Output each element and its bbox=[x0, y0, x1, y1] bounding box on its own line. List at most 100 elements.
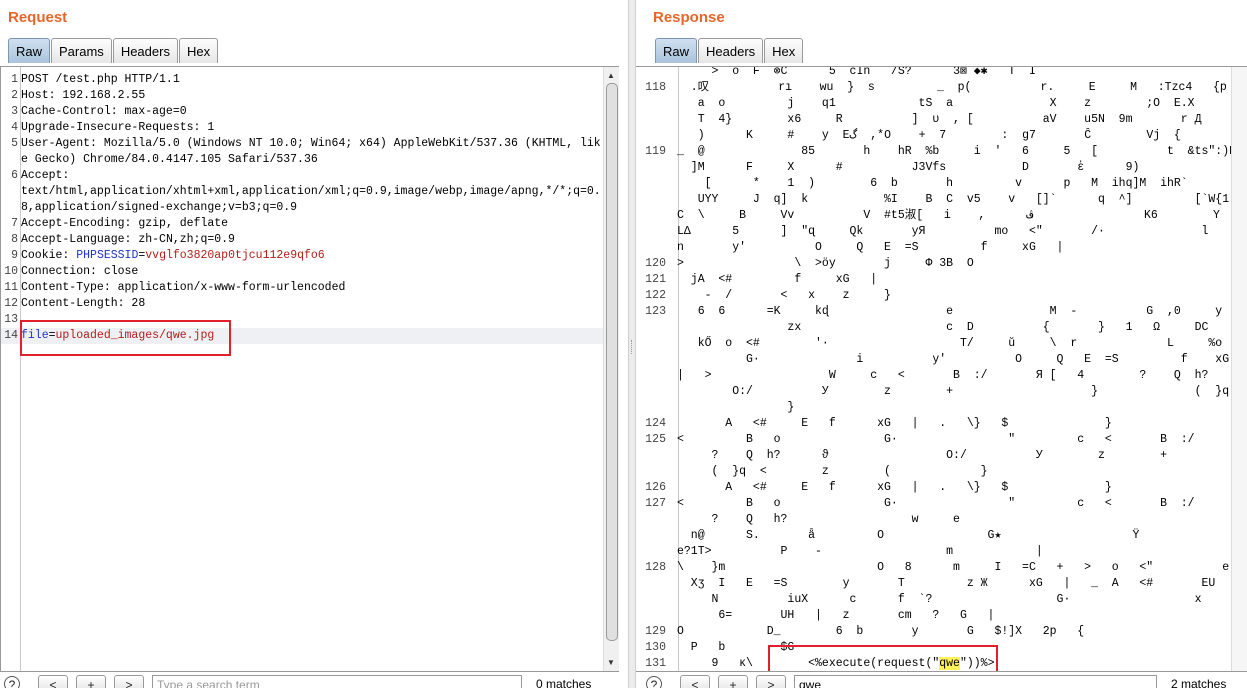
request-line[interactable]: 4 Upgrade-Insecure-Requests: 1 bbox=[1, 120, 603, 136]
line-text: > \ >öy j Φ 3B O bbox=[676, 256, 1231, 272]
pane-divider[interactable] bbox=[628, 0, 636, 688]
line-number bbox=[636, 352, 676, 368]
request-line[interactable]: 2 Host: 192.168.2.55 bbox=[1, 88, 603, 104]
response-line[interactable]: 129 O D_ 6 b y G $!]X 2p { bbox=[636, 624, 1231, 640]
prev-match-button[interactable]: < bbox=[680, 675, 710, 688]
request-line[interactable]: 5 User-Agent: Mozilla/5.0 (Windows NT 10.… bbox=[1, 136, 603, 168]
request-line[interactable]: 12 Content-Length: 28 bbox=[1, 296, 603, 312]
add-button[interactable]: + bbox=[718, 675, 748, 688]
response-line[interactable]: 121 jA <# f xG | bbox=[636, 272, 1231, 288]
line-number bbox=[636, 128, 676, 144]
request-line[interactable]: 7 Accept-Encoding: gzip, deflate bbox=[1, 216, 603, 232]
response-line[interactable]: 123 6 6 =K kɖ e M - G ,0 y g d_z bbox=[636, 304, 1231, 320]
line-text: zx c D { } 1 Ω DC ė 8 > bbox=[676, 320, 1231, 336]
response-line[interactable]: 122 - / < x z } bbox=[636, 288, 1231, 304]
response-line[interactable]: zx c D { } 1 Ω DC ė 8 > bbox=[636, 320, 1231, 336]
response-line[interactable]: } bbox=[636, 400, 1231, 416]
prev-match-button[interactable]: < bbox=[38, 675, 68, 688]
help-icon[interactable]: ? bbox=[4, 676, 20, 688]
response-line[interactable]: 120 > \ >öy j Φ 3B O bbox=[636, 256, 1231, 272]
line-text: Cookie: PHPSESSID=vvglfo3820ap0tjcu112e9… bbox=[20, 248, 603, 264]
request-line[interactable]: 3 Cache-Control: max-age=0 bbox=[1, 104, 603, 120]
line-text: Accept-Language: zh-CN,zh;q=0.9 bbox=[20, 232, 603, 248]
response-line[interactable]: 128 \ }m O 8 m I =C + > o <" e / SM bbox=[636, 560, 1231, 576]
response-line[interactable]: 119 _ @ 85 h hR %b i ' 6 5 [ t &ts":)H# #… bbox=[636, 144, 1231, 160]
response-line[interactable]: ? Q h? ϑ O:/ У z + } bbox=[636, 448, 1231, 464]
next-match-button[interactable]: > bbox=[756, 675, 786, 688]
request-line[interactable]: 6 Accept: text/html,application/xhtml+xml… bbox=[1, 168, 603, 216]
line-text: Cache-Control: max-age=0 bbox=[20, 104, 603, 120]
response-line[interactable]: 126 A <# E f xG | . \} $ } bbox=[636, 480, 1231, 496]
tab-raw[interactable]: Raw bbox=[655, 38, 698, 63]
response-line[interactable]: n y' O Q E =S f xG | bbox=[636, 240, 1231, 256]
response-line[interactable]: ? Q h? w e bbox=[636, 512, 1231, 528]
token: Xʒ I E =S y T z Ж xG | _ A <# EU y4wk bbox=[690, 577, 1216, 590]
line-number bbox=[636, 67, 676, 80]
response-line[interactable]: UYY J q] k %I B C v5 v []` q ^] [`W{1 ↓ … bbox=[636, 192, 1231, 208]
response-line[interactable]: ( }q < z ( } bbox=[636, 464, 1231, 480]
tab-headers[interactable]: Headers bbox=[112, 38, 178, 63]
response-line[interactable]: C \ B Vv V #t5淑[ i , ڤ K6 Y bbox=[636, 208, 1231, 224]
request-editor[interactable]: 1 POST /test.php HTTP/1.1 2 Host: 192.168.2… bbox=[0, 66, 619, 672]
next-match-button[interactable]: > bbox=[114, 675, 144, 688]
response-line[interactable]: O:/ У z + } ( }q < z ( bbox=[636, 384, 1231, 400]
response-line[interactable]: T 4} x6 R ] υ , [ aV u5N 9m r Д w cLe bbox=[636, 112, 1231, 128]
response-line[interactable]: 6= UH | z cm ? G | bbox=[636, 608, 1231, 624]
line-text: 6 6 =K kɖ e M - G ,0 y g d_z bbox=[676, 304, 1231, 320]
response-line[interactable]: 127 < B o G· ″ c < B :/ Я [ 4 bbox=[636, 496, 1231, 512]
response-line[interactable]: ]M F X # J3Vfs D ἑ 9) bbox=[636, 160, 1231, 176]
token: C \ B Vv V #t5淑[ i , ڤ K6 Y bbox=[677, 209, 1220, 222]
response-line[interactable]: e?1T> P - m | bbox=[636, 544, 1231, 560]
scroll-thumb[interactable] bbox=[606, 83, 618, 641]
response-scrollbar[interactable] bbox=[1231, 67, 1247, 671]
response-line[interactable]: a o j q1 tS a X z ;O E.X w bbox=[636, 96, 1231, 112]
response-line[interactable]: L∆ 5 ] "ɋ Qk yЯ mo <" /· l bbox=[636, 224, 1231, 240]
response-line[interactable]: ) K # y Eگ ,*O + 7 : g7 Ĉ Vj { bbox=[636, 128, 1231, 144]
token: ) K # y Eگ ,*O + 7 : g7 Ĉ Vj { bbox=[677, 129, 1181, 142]
response-editor[interactable]: > o F ⊗C 5 cIn /S? 3⊠ ◆✱ T I 118 .叹 rı wu… bbox=[636, 66, 1247, 672]
tab-headers[interactable]: Headers bbox=[698, 38, 764, 63]
token: Cookie bbox=[21, 249, 63, 262]
token: [ * 1 ) 6 b h v p M ihq]M ihR` RU ,\ 8u bbox=[704, 177, 1188, 190]
response-line[interactable]: | > W c < B :/ Я [ 4 ? Q h? ϑ bbox=[636, 368, 1231, 384]
tab-params[interactable]: Params bbox=[51, 38, 112, 63]
line-number bbox=[636, 384, 676, 400]
line-number: 130 bbox=[645, 641, 666, 654]
response-search-input[interactable]: qwe bbox=[794, 675, 1157, 688]
token: zx c D { } 1 Ω DC ė 8 > bbox=[787, 321, 1209, 334]
response-line[interactable]: [ * 1 ) 6 b h v p M ihq]M ihR` RU ,\ 8u bbox=[636, 176, 1231, 192]
tab-hex[interactable]: Hex bbox=[178, 38, 219, 63]
token: Accept bbox=[21, 169, 63, 182]
response-line[interactable]: kŐ o <# '· T/ ŭ \ r L %o bbox=[636, 336, 1231, 352]
line-number: 13 bbox=[4, 313, 18, 326]
scroll-up-icon[interactable]: ▲ bbox=[607, 71, 615, 80]
add-button[interactable]: + bbox=[76, 675, 106, 688]
line-text: _ @ 85 h hR %b i ' 6 5 [ t &ts":)H# # IL… bbox=[676, 144, 1231, 160]
response-line[interactable]: 124 A <# E f xG | . \} $ } bbox=[636, 416, 1231, 432]
request-line[interactable]: 11 Content-Type: application/x-www-form-u… bbox=[1, 280, 603, 296]
request-line[interactable]: 9 Cookie: PHPSESSID=vvglfo3820ap0tjcu112e… bbox=[1, 248, 603, 264]
response-line[interactable]: n@ S. ǟ O G★ Ÿ F$0 aA bbox=[636, 528, 1231, 544]
line-text: A <# E f xG | . \} $ } bbox=[676, 416, 1231, 432]
scroll-down-icon[interactable]: ▼ bbox=[607, 658, 615, 667]
request-line[interactable]: 8 Accept-Language: zh-CN,zh;q=0.9 bbox=[1, 232, 603, 248]
response-line[interactable]: Xʒ I E =S y T z Ж xG | _ A <# EU y4wk bbox=[636, 576, 1231, 592]
response-line[interactable]: G· i y' O Q E =S f xG bbox=[636, 352, 1231, 368]
tab-hex[interactable]: Hex bbox=[764, 38, 804, 63]
request-title: Request bbox=[8, 9, 68, 26]
response-line[interactable]: 125 < B o G· ″ c < B :/ Я [ 4 bbox=[636, 432, 1231, 448]
line-number bbox=[636, 512, 676, 528]
response-title: Response bbox=[653, 9, 725, 26]
help-icon[interactable]: ? bbox=[646, 676, 662, 688]
request-scrollbar[interactable]: ▲ ▼ bbox=[603, 67, 619, 671]
request-search-input[interactable]: Type a search term bbox=[152, 675, 522, 688]
line-number: 131 bbox=[645, 657, 666, 670]
response-line[interactable]: > o F ⊗C 5 cIn /S? 3⊠ ◆✱ T I bbox=[636, 67, 1231, 80]
line-number bbox=[636, 112, 676, 128]
response-line[interactable]: N iuX c f `? G· x < v 7 bbox=[636, 592, 1231, 608]
request-line[interactable]: 10 Connection: close bbox=[1, 264, 603, 280]
request-line[interactable]: 1 POST /test.php HTTP/1.1 bbox=[1, 72, 603, 88]
tab-raw[interactable]: Raw bbox=[8, 38, 51, 63]
response-line[interactable]: 118 .叹 rı wu } s _ p( r. E M :Tzc4 {p > … bbox=[636, 80, 1231, 96]
token: 6= UH | z cm ? G | bbox=[677, 609, 995, 622]
